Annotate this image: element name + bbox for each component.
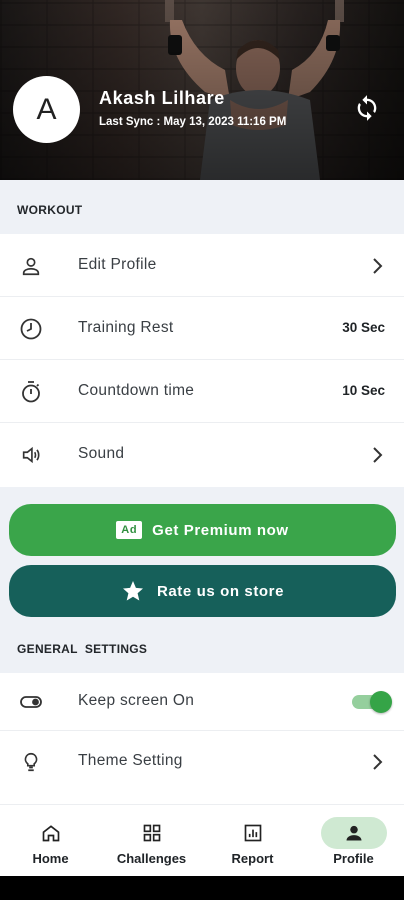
training-rest-row[interactable]: Training Rest 30 Sec xyxy=(0,297,404,360)
theme-setting-row[interactable]: Theme Setting xyxy=(0,731,404,793)
chevron-right-icon xyxy=(373,447,383,463)
nav-report[interactable]: Report xyxy=(202,813,303,873)
row-label: Countdown time xyxy=(78,382,195,399)
person-icon xyxy=(19,254,43,278)
keep-screen-on-row[interactable]: Keep screen On xyxy=(0,673,404,731)
rate-label: Rate us on store xyxy=(156,582,285,600)
clock-icon xyxy=(19,317,43,341)
training-rest-value: 30 Sec xyxy=(342,320,385,335)
last-sync-text: Last Sync : May 13, 2023 11:16 PM xyxy=(99,116,287,128)
speaker-icon xyxy=(19,443,43,467)
sync-icon xyxy=(357,95,377,121)
ad-badge: Ad xyxy=(116,521,143,539)
rate-us-button[interactable]: Rate us on store xyxy=(9,565,396,617)
countdown-time-row[interactable]: Countdown time 10 Sec xyxy=(0,360,404,423)
toggle-icon xyxy=(19,690,43,714)
system-navigation-bar xyxy=(0,876,404,900)
row-label: Sound xyxy=(78,445,125,462)
lightbulb-icon xyxy=(19,750,43,774)
general-settings-header: GENERAL SETTINGS xyxy=(0,619,404,673)
nav-label: Challenges xyxy=(116,851,187,866)
premium-label: Get Premium now xyxy=(152,521,289,539)
row-label: Theme Setting xyxy=(78,752,183,769)
chevron-right-icon xyxy=(373,258,383,274)
nav-label: Profile xyxy=(333,851,374,866)
chart-icon xyxy=(220,817,286,849)
get-premium-button[interactable]: Ad Get Premium now xyxy=(9,504,396,556)
avatar[interactable]: A xyxy=(13,76,80,143)
section-title: GENERAL SETTINGS xyxy=(17,642,148,656)
edit-profile-row[interactable]: Edit Profile xyxy=(0,234,404,297)
nav-label: Report xyxy=(231,851,274,866)
profile-header: A Akash Lilhare Last Sync : May 13, 2023… xyxy=(0,0,404,180)
home-icon xyxy=(18,817,84,849)
sound-row[interactable]: Sound xyxy=(0,423,404,486)
bottom-navigation: Home Challenges Report Profile xyxy=(0,804,404,876)
row-label: Training Rest xyxy=(78,319,174,336)
nav-home[interactable]: Home xyxy=(0,813,101,873)
nav-profile[interactable]: Profile xyxy=(303,813,404,873)
row-label: Edit Profile xyxy=(78,256,157,273)
workout-section-header: WORKOUT xyxy=(0,180,404,234)
chevron-right-icon xyxy=(373,754,383,770)
sync-button[interactable] xyxy=(351,92,383,124)
section-title: WORKOUT xyxy=(17,203,83,217)
stopwatch-icon xyxy=(19,380,43,404)
person-icon xyxy=(320,817,387,849)
countdown-time-value: 10 Sec xyxy=(342,383,385,398)
row-label: Keep screen On xyxy=(78,692,195,709)
nav-label: Home xyxy=(32,851,69,866)
nav-challenges[interactable]: Challenges xyxy=(101,813,202,873)
user-name: Akash Lilhare xyxy=(99,88,225,108)
grid-icon xyxy=(119,817,185,849)
keep-screen-on-switch[interactable] xyxy=(350,691,392,713)
star-icon xyxy=(121,579,145,603)
